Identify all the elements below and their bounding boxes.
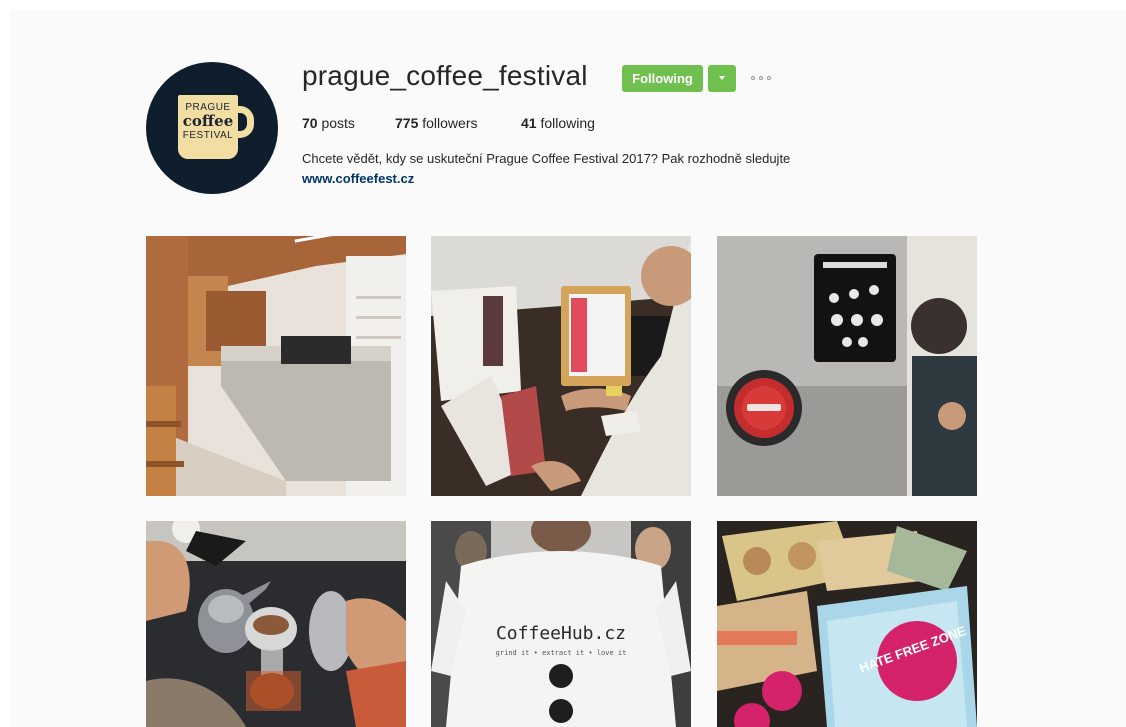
logo-line-2: coffee — [182, 112, 234, 130]
tshirt-brand-text: CoffeeHub.cz — [496, 623, 626, 644]
post-thumbnail-coffeehub-tshirt[interactable]: CoffeeHub.cz grind it • extract it • lov… — [431, 521, 691, 727]
coffeehub-tshirt-photo: CoffeeHub.cz grind it • extract it • lov… — [431, 521, 691, 727]
pour-over-photo — [146, 521, 406, 727]
followers-link[interactable]: 775 followers — [395, 115, 478, 131]
caret-down-icon — [719, 76, 725, 80]
profile-username: prague_coffee_festival — [302, 60, 588, 91]
followers-label: followers — [422, 115, 478, 131]
following-count: 41 — [521, 115, 537, 131]
profile-bio: Chcete vědět, kdy se uskuteční Prague Co… — [302, 151, 791, 166]
post-thumbnail-tablet-pos[interactable] — [431, 236, 691, 496]
stickers-photo: HATE FREE ZONE — [717, 521, 977, 727]
followers-count: 775 — [395, 115, 419, 131]
dot-icon — [751, 76, 755, 80]
following-link[interactable]: 41 following — [521, 115, 595, 131]
suggestions-dropdown-button[interactable] — [708, 65, 736, 92]
logo-text: PRAGUE coffee FESTIVAL — [178, 102, 238, 141]
post-thumbnail-cafe-interior[interactable] — [146, 236, 406, 496]
profile-website-link[interactable]: www.coffeefest.cz — [302, 171, 414, 186]
profile-avatar[interactable]: PRAGUE coffee FESTIVAL — [146, 62, 278, 194]
post-thumbnail-stickers[interactable]: HATE FREE ZONE — [717, 521, 977, 727]
dot-icon — [759, 76, 763, 80]
dot-icon — [767, 76, 771, 80]
more-options-button[interactable] — [751, 74, 773, 84]
posts-label: posts — [321, 115, 355, 131]
posts-count: 70 — [302, 115, 318, 131]
cafe-interior-photo — [146, 236, 406, 496]
tablet-pos-photo — [431, 236, 691, 496]
following-label: following — [540, 115, 595, 131]
logo-line-3: FESTIVAL — [182, 129, 234, 141]
posts-stat: 70 posts — [302, 115, 355, 131]
post-thumbnail-grinder[interactable] — [717, 236, 977, 496]
tshirt-tagline-text: grind it • extract it • love it — [496, 649, 627, 657]
following-button[interactable]: Following — [622, 65, 703, 92]
grinder-photo — [717, 236, 977, 496]
post-thumbnail-pour-over[interactable] — [146, 521, 406, 727]
